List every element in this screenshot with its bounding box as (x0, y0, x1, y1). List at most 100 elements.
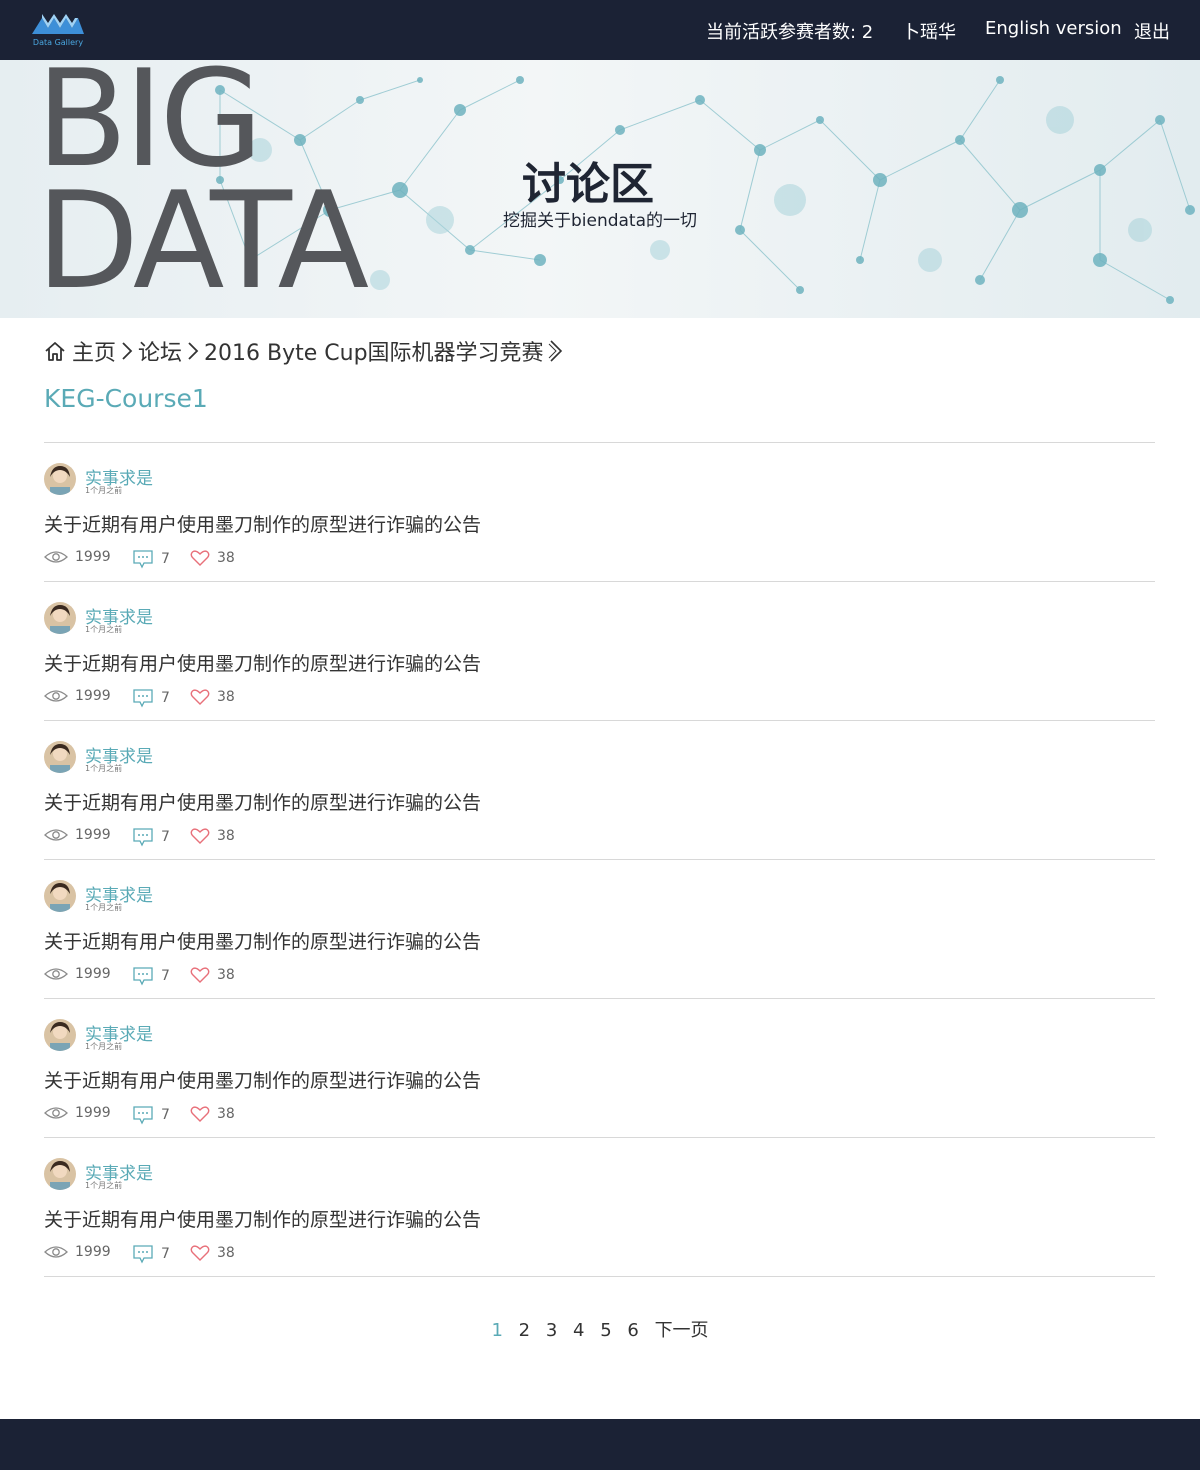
page-1-link[interactable]: 1 (491, 1320, 502, 1341)
avatar[interactable] (44, 1019, 76, 1051)
avatar[interactable] (44, 880, 76, 912)
eye-icon (44, 968, 68, 980)
post-item: 实事求是 1个月之前 关于近期有用户使用墨刀制作的原型进行诈骗的公告 1999 … (44, 1138, 1155, 1277)
view-count: 1999 (44, 966, 111, 982)
chevron-right-icon (186, 340, 200, 362)
like-count[interactable]: 38 (190, 549, 235, 567)
view-count: 1999 (44, 688, 111, 704)
view-count-value: 1999 (75, 1244, 111, 1260)
comment-count-value: 7 (161, 1107, 170, 1123)
post-time: 1个月之前 (85, 1042, 123, 1051)
view-count-value: 1999 (75, 549, 111, 565)
page-6-link[interactable]: 6 (627, 1320, 638, 1341)
comment-count[interactable]: 7 (132, 1244, 170, 1264)
like-count-value: 38 (217, 1106, 235, 1122)
breadcrumb: 主页 论坛 2016 Byte Cup国际机器学习竞赛 (44, 336, 568, 366)
avatar[interactable] (44, 741, 76, 773)
comment-icon (133, 1106, 153, 1125)
like-count-value: 38 (217, 828, 235, 844)
comment-count-value: 7 (161, 690, 170, 706)
heart-icon (190, 1245, 210, 1261)
eye-icon (44, 1246, 68, 1258)
avatar[interactable] (44, 1158, 76, 1190)
page-3-link[interactable]: 3 (546, 1320, 557, 1341)
post-title[interactable]: 关于近期有用户使用墨刀制作的原型进行诈骗的公告 (44, 510, 481, 537)
like-count[interactable]: 38 (190, 827, 235, 845)
post-item: 实事求是 1个月之前 关于近期有用户使用墨刀制作的原型进行诈骗的公告 1999 … (44, 582, 1155, 721)
heart-icon (190, 550, 210, 566)
view-count: 1999 (44, 1244, 111, 1260)
comment-count-value: 7 (161, 968, 170, 984)
comment-count[interactable]: 7 (132, 688, 170, 708)
breadcrumb-home[interactable]: 主页 (72, 335, 116, 367)
banner-subtitle: 挖掘关于biendata的一切 (502, 211, 698, 231)
logo-text: Data Gallery (32, 38, 84, 47)
post-title[interactable]: 关于近期有用户使用墨刀制作的原型进行诈骗的公告 (44, 927, 481, 954)
next-page-link[interactable]: 下一页 (655, 1320, 709, 1341)
like-count[interactable]: 38 (190, 688, 235, 706)
post-item: 实事求是 1个月之前 关于近期有用户使用墨刀制作的原型进行诈骗的公告 1999 … (44, 999, 1155, 1138)
pagination: 1 2 3 4 5 6 下一页 (0, 1316, 1200, 1342)
comment-icon (133, 967, 153, 986)
view-count-value: 1999 (75, 966, 111, 982)
home-icon[interactable] (44, 340, 66, 362)
comment-count[interactable]: 7 (132, 549, 170, 569)
post-time: 1个月之前 (85, 625, 123, 634)
like-count-value: 38 (217, 1245, 235, 1261)
comment-icon (133, 689, 153, 708)
like-count[interactable]: 38 (190, 1105, 235, 1123)
page-2-link[interactable]: 2 (519, 1320, 530, 1341)
comment-count-value: 7 (161, 829, 170, 845)
heart-icon (190, 967, 210, 983)
heart-icon (190, 689, 210, 705)
avatar[interactable] (44, 602, 76, 634)
eye-icon (44, 551, 68, 563)
post-time: 1个月之前 (85, 486, 123, 495)
banner-title: 讨论区 (522, 159, 654, 210)
logout-link[interactable]: 退出 (1134, 18, 1170, 44)
eye-icon (44, 690, 68, 702)
eye-icon (44, 1107, 68, 1119)
post-title[interactable]: 关于近期有用户使用墨刀制作的原型进行诈骗的公告 (44, 649, 481, 676)
heart-icon (190, 1106, 210, 1122)
comment-count-value: 7 (161, 1246, 170, 1262)
heart-icon (190, 828, 210, 844)
avatar[interactable] (44, 463, 76, 495)
hero-banner: BIG DATA 讨论区 挖掘关于biendata的一切 (0, 60, 1200, 318)
data-gallery-logo[interactable]: Data Gallery (28, 12, 88, 48)
comment-count[interactable]: 7 (132, 1105, 170, 1125)
like-count-value: 38 (217, 550, 235, 566)
comment-icon (133, 550, 153, 569)
breadcrumb-competition[interactable]: 2016 Byte Cup国际机器学习竞赛 (204, 335, 544, 367)
comment-count[interactable]: 7 (132, 827, 170, 847)
user-name-link[interactable]: 卜瑶华 (902, 18, 956, 44)
comment-count[interactable]: 7 (132, 966, 170, 986)
active-users-count: 当前活跃参赛者数: 2 (706, 22, 874, 43)
english-version-link[interactable]: English version (985, 18, 1122, 39)
page-4-link[interactable]: 4 (573, 1320, 584, 1341)
like-count[interactable]: 38 (190, 966, 235, 984)
like-count[interactable]: 38 (190, 1244, 235, 1262)
post-item: 实事求是 1个月之前 关于近期有用户使用墨刀制作的原型进行诈骗的公告 1999 … (44, 721, 1155, 860)
post-item: 实事求是 1个月之前 关于近期有用户使用墨刀制作的原型进行诈骗的公告 1999 … (44, 443, 1155, 582)
post-item: 实事求是 1个月之前 关于近期有用户使用墨刀制作的原型进行诈骗的公告 1999 … (44, 860, 1155, 999)
eye-icon (44, 829, 68, 841)
view-count-value: 1999 (75, 1105, 111, 1121)
chevron-right-icon (120, 340, 134, 362)
post-title[interactable]: 关于近期有用户使用墨刀制作的原型进行诈骗的公告 (44, 1066, 481, 1093)
top-nav-bar: Data Gallery 当前活跃参赛者数: 2 卜瑶华 English ver… (0, 0, 1200, 60)
view-count-value: 1999 (75, 827, 111, 843)
post-title[interactable]: 关于近期有用户使用墨刀制作的原型进行诈骗的公告 (44, 788, 481, 815)
post-list: 实事求是 1个月之前 关于近期有用户使用墨刀制作的原型进行诈骗的公告 1999 … (44, 443, 1155, 1277)
like-count-value: 38 (217, 689, 235, 705)
like-count-value: 38 (217, 967, 235, 983)
post-time: 1个月之前 (85, 903, 123, 912)
mountain-logo-icon (32, 14, 84, 34)
course-title[interactable]: KEG-Course1 (44, 384, 208, 413)
post-time: 1个月之前 (85, 764, 123, 773)
post-title[interactable]: 关于近期有用户使用墨刀制作的原型进行诈骗的公告 (44, 1205, 481, 1232)
breadcrumb-forum[interactable]: 论坛 (138, 335, 182, 367)
page-5-link[interactable]: 5 (600, 1320, 611, 1341)
view-count: 1999 (44, 1105, 111, 1121)
view-count: 1999 (44, 827, 111, 843)
